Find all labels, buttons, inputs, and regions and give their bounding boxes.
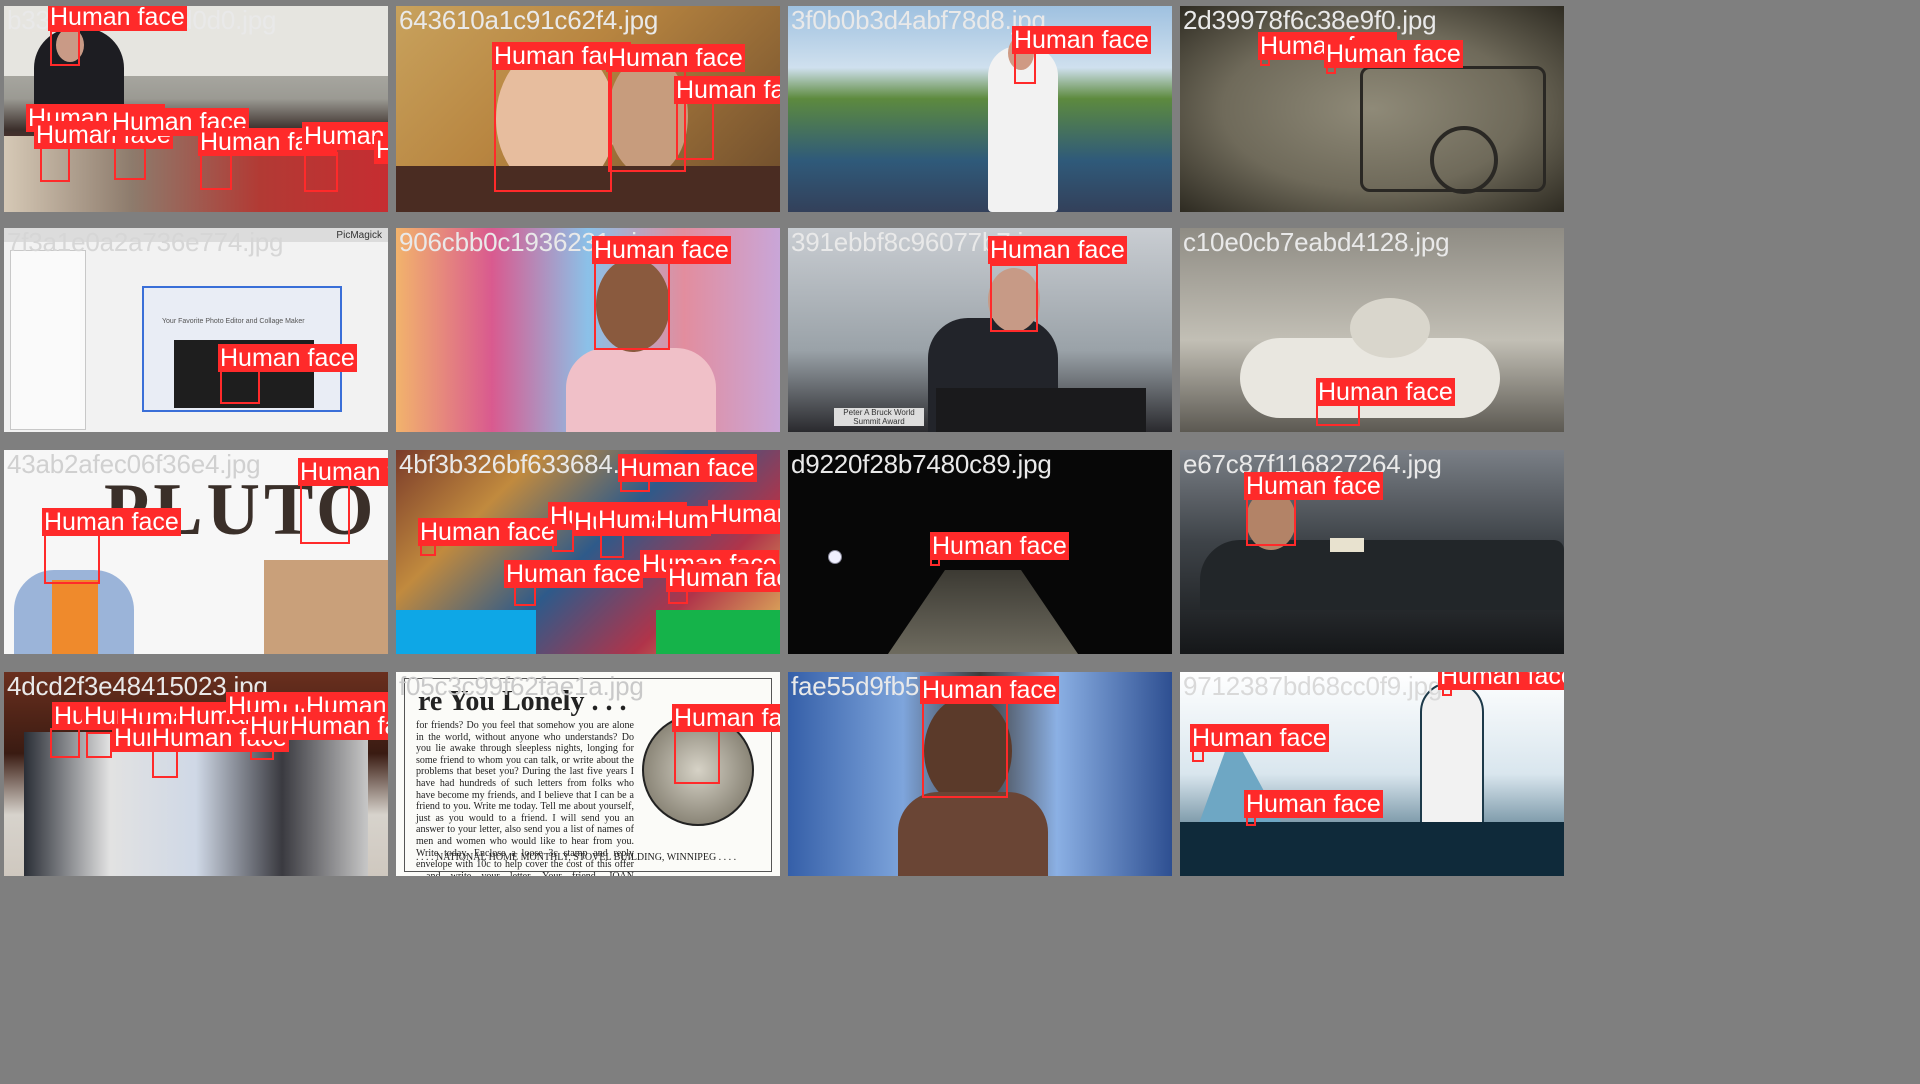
image-tile: 906cbb0c1936231a.jpg Human face bbox=[396, 228, 780, 432]
app-brand: PicMagick bbox=[336, 230, 382, 241]
image-tile: d9220f28b7480c89.jpg Human face bbox=[788, 450, 1172, 654]
face-box bbox=[300, 478, 350, 544]
tile-filename: 2d39978f6c38e9f0.jpg bbox=[1183, 6, 1437, 35]
image-tile: e67c87f116827264.jpg Human face bbox=[1180, 450, 1564, 654]
face-box bbox=[50, 728, 80, 758]
face-box bbox=[50, 30, 80, 66]
image-tile: 4bf3b326bf633684.jpg Human face Human fa… bbox=[396, 450, 780, 654]
tile-filename: 643610a1c91c62f4.jpg bbox=[399, 6, 659, 35]
image-tile: Peter A Bruck World Summit Award 391ebbf… bbox=[788, 228, 1172, 432]
face-box bbox=[674, 726, 720, 784]
face-label: Human face bbox=[374, 136, 388, 164]
tile-filename: 7f3a1e0a2a736e774.jpg bbox=[7, 228, 284, 257]
face-label: Human face bbox=[666, 564, 780, 592]
face-box bbox=[152, 748, 178, 778]
detection-grid: b33a10a0a2a6d0d0.jpg Human face Human fa… bbox=[0, 0, 1920, 1084]
tile-filename: c10e0cb7eabd4128.jpg bbox=[1183, 228, 1450, 257]
face-label: Human face bbox=[48, 6, 187, 31]
app-tagline: Your Favorite Photo Editor and Collage M… bbox=[162, 318, 305, 325]
tile-filename: d9220f28b7480c89.jpg bbox=[791, 450, 1052, 479]
face-label: Human face bbox=[618, 454, 757, 482]
face-label: Human face bbox=[1324, 40, 1463, 68]
face-label: Human face bbox=[1012, 26, 1151, 54]
face-box bbox=[676, 98, 714, 160]
face-label: Human face bbox=[218, 344, 357, 372]
image-tile: 3f0b0b3d4abf78d8.jpg Human face bbox=[788, 6, 1172, 212]
name-placard: Peter A Bruck World Summit Award bbox=[834, 408, 924, 426]
image-tile: 4dcd2f3e48415023.jpg Human face Human fa… bbox=[4, 672, 388, 876]
image-tile: 643610a1c91c62f4.jpg Human face Human fa… bbox=[396, 6, 780, 212]
face-label: Human face bbox=[298, 458, 388, 486]
image-tile: fae55d9fb5b0c6a2.jpg Human face bbox=[788, 672, 1172, 876]
face-label: Human face bbox=[1316, 378, 1455, 406]
image-tile: PLUTO 43ab2afec06f36e4.jpg Human face Hu… bbox=[4, 450, 388, 654]
image-tile: 2d39978f6c38e9f0.jpg Human face Human fa… bbox=[1180, 6, 1564, 212]
image-tile: Your Favorite Photo Editor and Collage M… bbox=[4, 228, 388, 432]
face-label: Human face bbox=[418, 518, 557, 546]
face-box bbox=[600, 534, 624, 558]
face-label: Human face bbox=[708, 500, 780, 528]
face-label: Human face bbox=[592, 236, 731, 264]
face-box bbox=[594, 260, 670, 350]
face-label: Human face bbox=[42, 508, 181, 536]
face-box bbox=[86, 732, 112, 758]
face-label: Human face bbox=[920, 676, 1059, 704]
ad-footer: . . . . NATIONAL HOME MONTHLY, STOVEL BU… bbox=[416, 852, 737, 863]
face-label: Human face bbox=[288, 712, 388, 740]
face-label: Human face bbox=[606, 44, 745, 72]
face-label: Human face bbox=[988, 236, 1127, 264]
face-label: Human face bbox=[1190, 724, 1329, 752]
face-label: Human face bbox=[674, 76, 780, 104]
face-label: Human face bbox=[1438, 672, 1564, 690]
face-box bbox=[200, 152, 232, 190]
face-box bbox=[990, 264, 1038, 332]
tile-filename: 43ab2afec06f36e4.jpg bbox=[7, 450, 261, 479]
image-tile: c10e0cb7eabd4128.jpg Human face bbox=[1180, 228, 1564, 432]
face-label: Human face bbox=[1244, 790, 1383, 818]
face-label: Human face bbox=[930, 532, 1069, 560]
face-box bbox=[1246, 492, 1296, 546]
face-box bbox=[304, 152, 338, 192]
tile-filename: f05c3c99f62fae1a.jpg bbox=[399, 672, 644, 701]
image-tile: b33a10a0a2a6d0d0.jpg Human face Human fa… bbox=[4, 6, 388, 212]
tile-filename: 4bf3b326bf633684.jpg bbox=[399, 450, 654, 479]
face-label: Human face bbox=[1244, 472, 1383, 500]
image-tile: 9712387bd68cc0f9.jpg Human face Human fa… bbox=[1180, 672, 1564, 876]
face-label: Human face bbox=[504, 560, 643, 588]
face-label: Human face bbox=[672, 704, 780, 732]
image-tile: re You Lonely . . . for friends? Do you … bbox=[396, 672, 780, 876]
tile-filename: 9712387bd68cc0f9.jpg bbox=[1183, 672, 1443, 701]
tile-filename: 3f0b0b3d4abf78d8.jpg bbox=[791, 6, 1046, 35]
face-box bbox=[922, 698, 1008, 798]
